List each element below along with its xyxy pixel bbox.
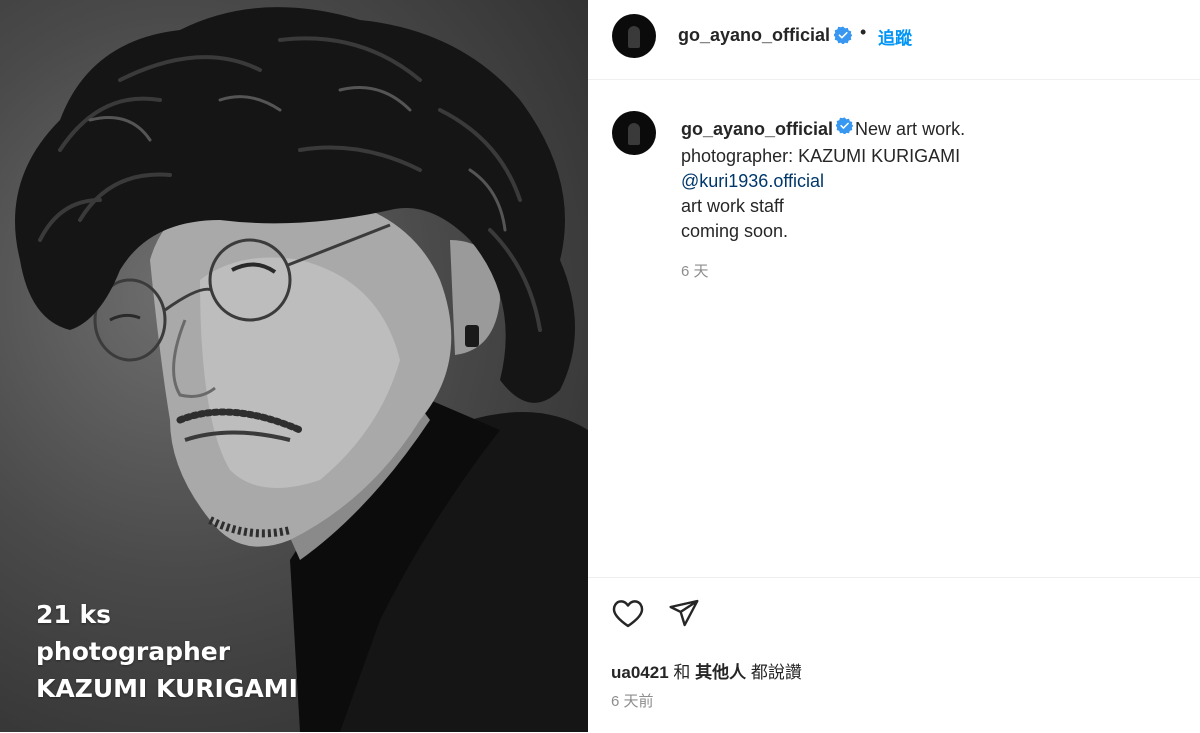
liked-by-others-link[interactable]: 其他人: [695, 663, 746, 682]
follow-button[interactable]: 追蹤: [878, 24, 912, 49]
caption-line-5: coming soon.: [681, 221, 789, 241]
liked-by-connector: 和: [668, 663, 696, 682]
photo-overlay-line-3: KAZUMI KURIGAMI: [36, 674, 298, 703]
caption-avatar[interactable]: [612, 111, 656, 155]
post-image[interactable]: 21 ks photographer KAZUMI KURIGAMI: [0, 0, 588, 732]
separator-dot: •: [860, 22, 867, 42]
post-timestamp[interactable]: 6 天前: [611, 690, 654, 711]
caption-line-4: art work staff: [681, 196, 784, 216]
heart-icon[interactable]: [611, 598, 645, 633]
verified-badge-icon: [833, 26, 853, 49]
post-side-panel: go_ayano_official • 追蹤 go_ayano_official…: [588, 0, 1200, 732]
photo-overlay-line-1: 21 ks: [36, 600, 111, 629]
caption-timestamp[interactable]: 6 天: [681, 260, 709, 281]
caption-line-2: photographer: KAZUMI KURIGAMI: [681, 146, 961, 166]
verified-badge-icon: [835, 116, 854, 141]
liked-by-text: ua0421 和 其他人 都說讚: [611, 658, 802, 683]
caption-username[interactable]: go_ayano_official: [681, 119, 833, 139]
avatar[interactable]: [612, 14, 656, 58]
caption-mention-link[interactable]: @kuri1936.official: [681, 171, 824, 191]
caption-line-1: New art work.: [855, 118, 966, 139]
post-header: go_ayano_official • 追蹤: [588, 0, 1200, 80]
caption-section: go_ayano_official New art work. photograp…: [588, 80, 1200, 576]
caption-body: go_ayano_official New art work. photograp…: [681, 116, 965, 244]
header-username[interactable]: go_ayano_official: [678, 25, 830, 46]
liked-by-user-link[interactable]: ua0421: [611, 663, 669, 682]
action-bar: ua0421 和 其他人 都說讚 6 天前: [588, 577, 1200, 733]
liked-by-suffix: 都說讚: [746, 663, 802, 682]
share-icon[interactable]: [668, 598, 700, 633]
photo-overlay-line-2: photographer: [36, 637, 231, 666]
